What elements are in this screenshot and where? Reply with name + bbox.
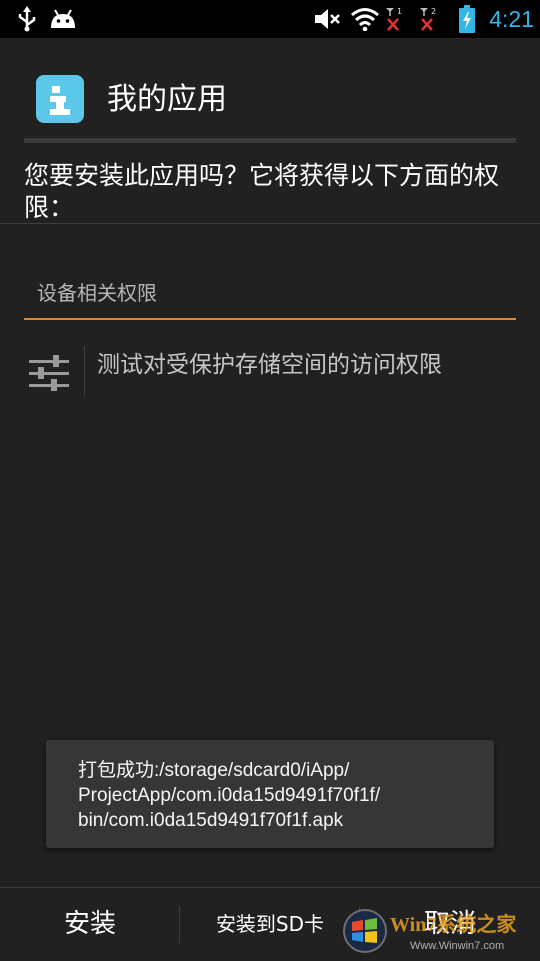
status-bar: 1 2 4:21 [0,0,540,38]
sim1-label: 1 [397,7,402,16]
toast-line: bin/com.i0da15d9491f70f1f.apk [78,810,344,831]
watermark-text: Win7系统之家 [390,914,517,936]
wifi-icon [350,0,380,38]
windows-logo-icon [343,909,387,953]
sliders-icon [29,354,69,394]
install-to-sd-button[interactable]: 安装到SD卡 [180,888,360,961]
toast-text: 打包成功:/storage/sdcard0/iApp/ ProjectApp/c… [78,758,478,833]
sim2-no-signal-icon: 2 [418,0,442,38]
permission-separator [84,346,85,396]
permission-item[interactable]: 测试对受保护存储空间的访问权限 [0,340,540,400]
title-divider [24,138,516,143]
toast-message: 打包成功:/storage/sdcard0/iApp/ ProjectApp/c… [46,740,494,848]
app-header: 我的应用 [0,38,540,138]
android-icon [49,0,77,38]
mute-icon [314,0,342,38]
sim1-no-signal-icon: 1 [384,0,408,38]
section-divider [0,223,540,224]
permission-label: 测试对受保护存储空间的访问权限 [97,352,442,378]
install-button[interactable]: 安装 [0,888,180,961]
sim2-label: 2 [431,7,436,16]
battery-charging-icon [458,0,476,38]
usb-icon [16,0,38,38]
category-underline [24,318,516,320]
info-app-icon [36,75,84,123]
clock: 4:21 [489,6,534,32]
permission-category-header: 设备相关权限 [37,281,157,305]
toast-line: 打包成功:/storage/sdcard0/iApp/ [78,760,350,781]
install-prompt: 您要安装此应用吗？它将获得以下方面的权限： [24,161,500,222]
watermark-url: Www.Winwin7.com [410,940,505,952]
app-title: 我的应用 [107,82,227,117]
watermark-logo: Win7系统之家 Www.Winwin7.com [342,906,540,960]
toast-line: ProjectApp/com.i0da15d9491f70f1f/ [78,785,381,806]
